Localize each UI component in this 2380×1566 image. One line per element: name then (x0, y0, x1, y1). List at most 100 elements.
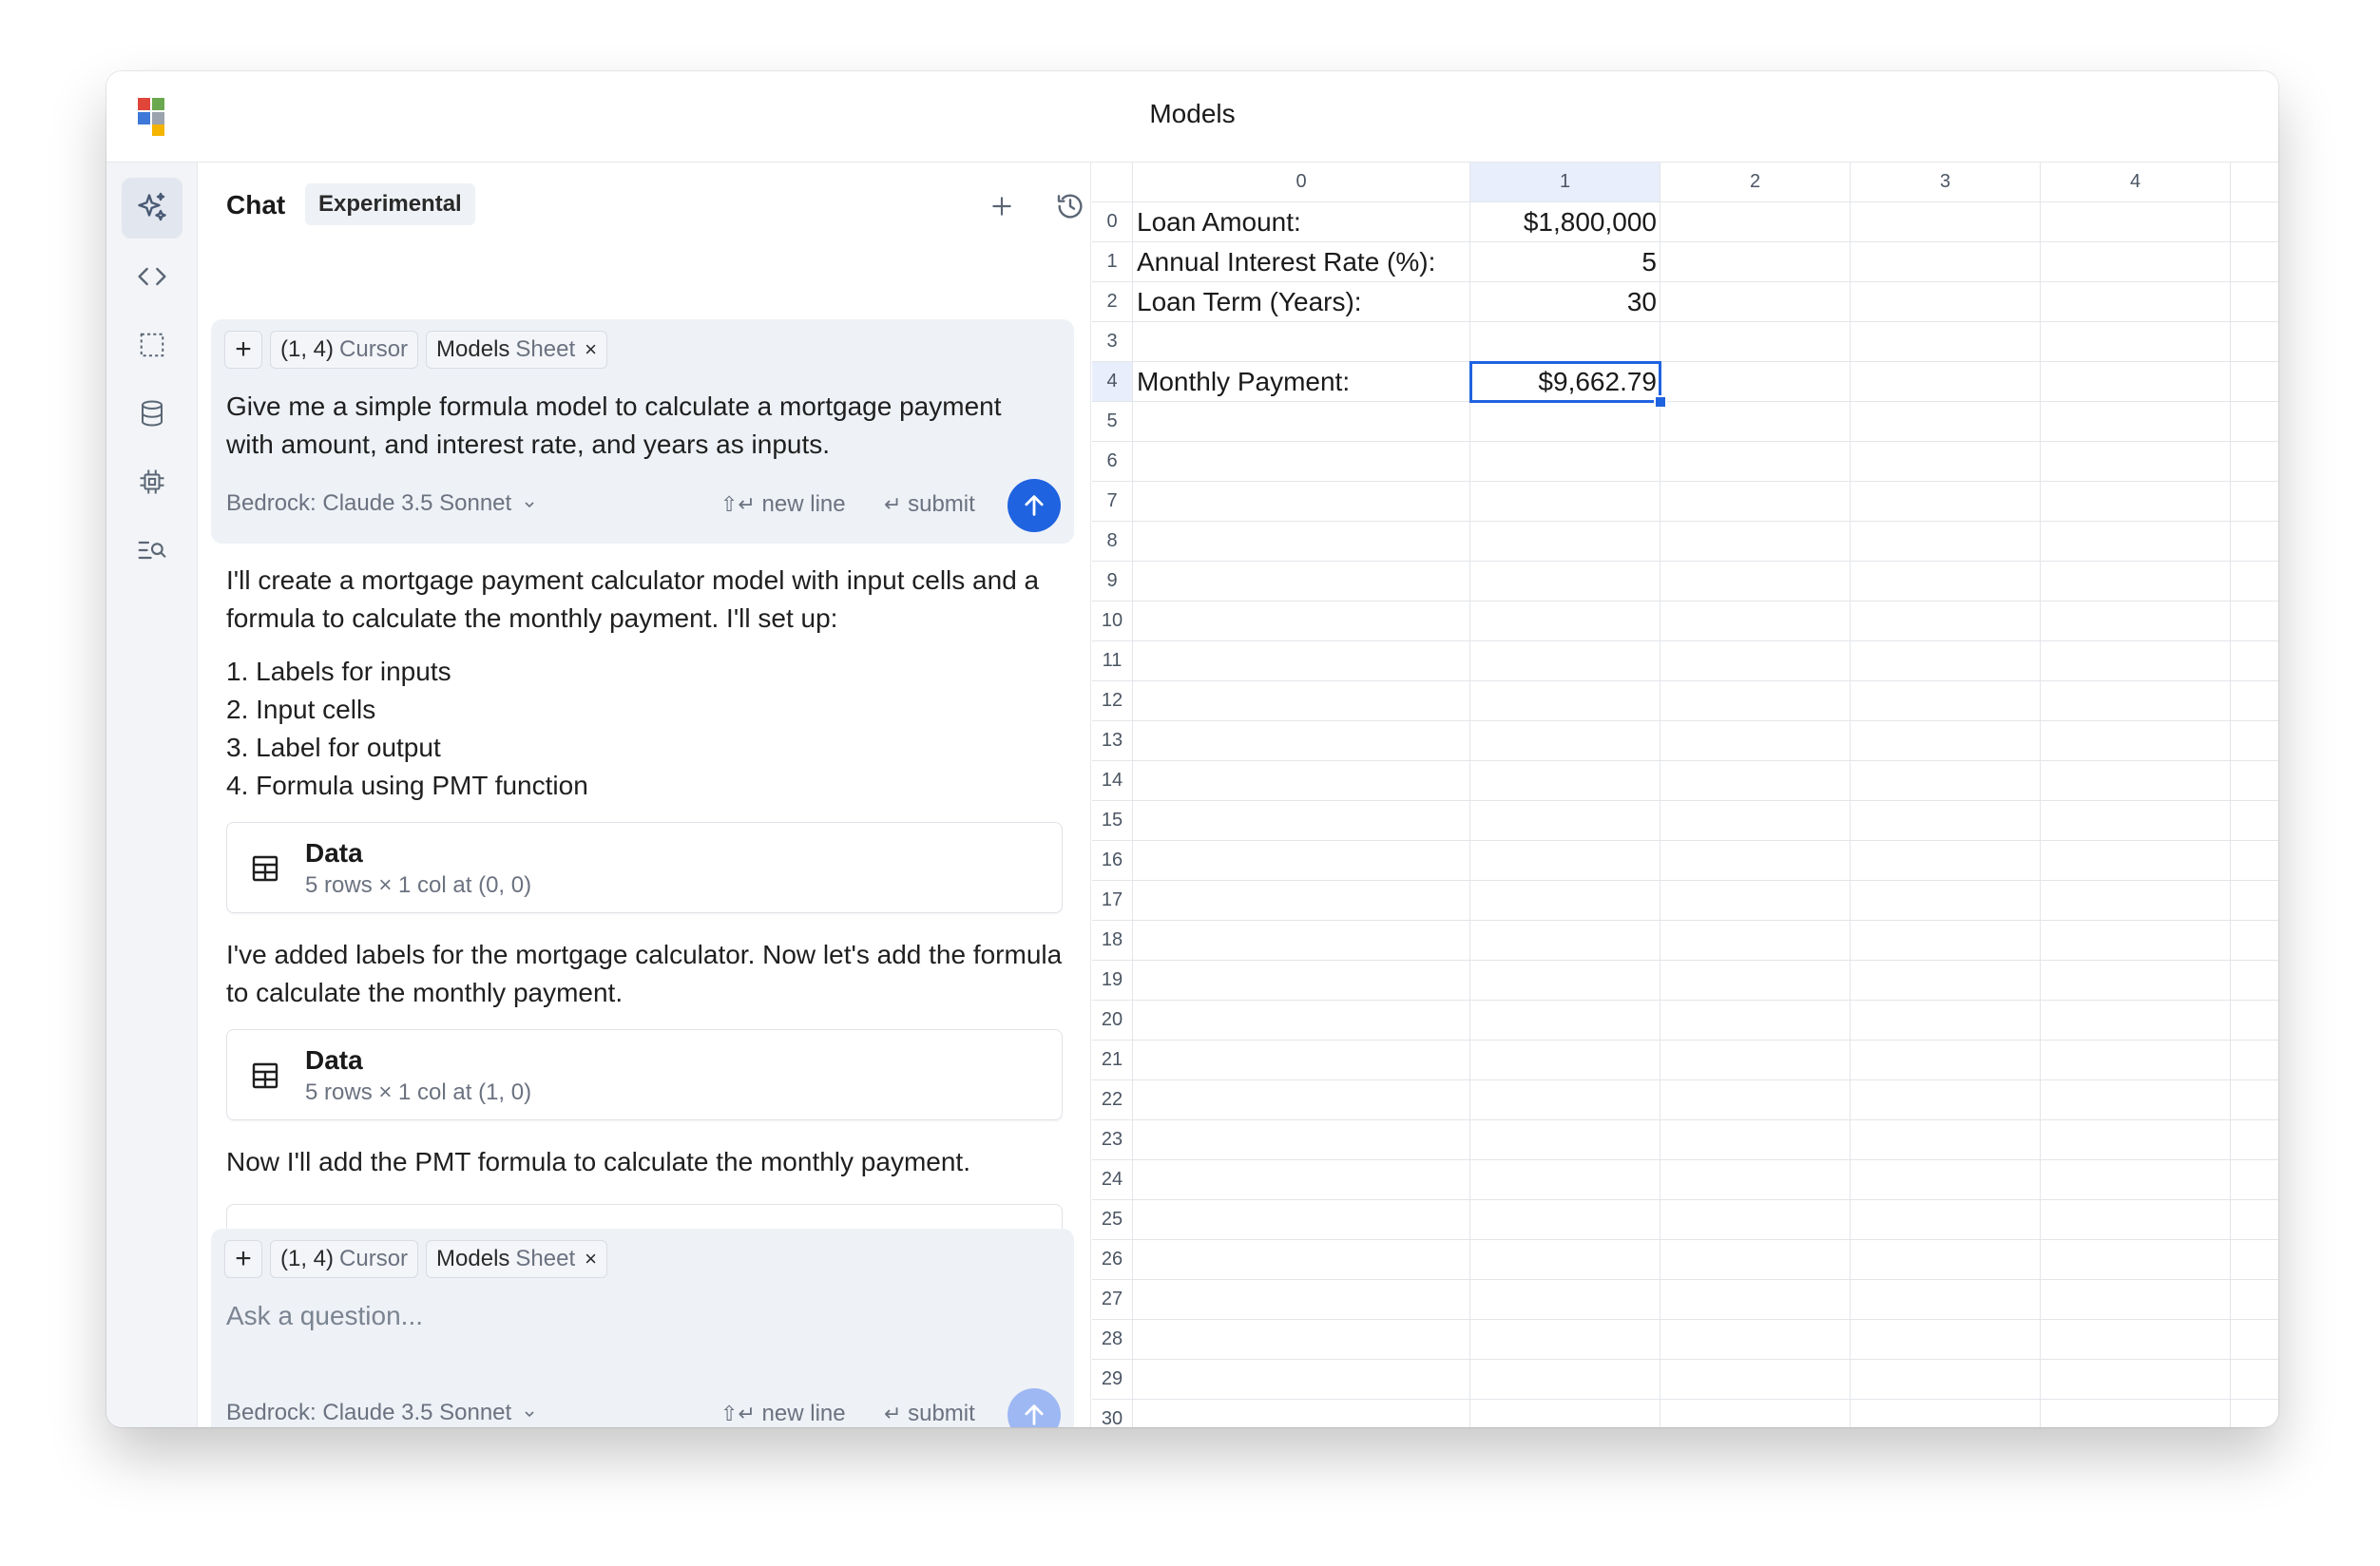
grid-cell[interactable] (1470, 602, 1660, 641)
grid-cell[interactable] (1133, 1001, 1470, 1041)
grid-cell[interactable] (1851, 801, 2041, 841)
grid-cell[interactable] (2231, 442, 2278, 482)
grid-cell[interactable] (1851, 442, 2041, 482)
grid-cell[interactable] (1660, 482, 1851, 522)
grid-cell[interactable] (1851, 881, 2041, 921)
sparkle-icon[interactable] (122, 178, 182, 239)
cursor-chip[interactable]: (1, 4) Cursor (270, 331, 419, 369)
remove-chip-icon[interactable]: × (585, 337, 597, 362)
row-header[interactable]: 20 (1092, 1001, 1133, 1041)
column-header[interactable] (2231, 162, 2278, 202)
grid-cell[interactable] (1470, 1240, 1660, 1280)
add-context-button[interactable]: + (224, 1240, 262, 1278)
grid-cell[interactable] (2041, 801, 2231, 841)
grid-cell[interactable] (2041, 242, 2231, 282)
grid-cell[interactable] (1470, 1080, 1660, 1120)
grid-cell[interactable] (1851, 602, 2041, 641)
grid-cell[interactable] (1133, 1360, 1470, 1400)
grid-cell[interactable] (2231, 841, 2278, 881)
column-header[interactable]: 1 (1470, 162, 1660, 202)
grid-cell[interactable] (2231, 282, 2278, 322)
cell-b2[interactable]: 30 (1470, 282, 1660, 322)
grid-cell[interactable] (1133, 961, 1470, 1001)
grid-cell[interactable] (2231, 322, 2278, 362)
grid-cell[interactable] (2231, 681, 2278, 721)
grid-cell[interactable] (2041, 442, 2231, 482)
grid-cell[interactable] (1851, 322, 2041, 362)
grid-cell[interactable] (1660, 641, 1851, 681)
grid-cell[interactable] (1660, 1041, 1851, 1080)
grid-cell[interactable] (2041, 1041, 2231, 1080)
row-header[interactable]: 18 (1092, 921, 1133, 961)
row-header[interactable]: 13 (1092, 721, 1133, 761)
row-header[interactable]: 11 (1092, 641, 1133, 681)
grid-cell[interactable] (1133, 641, 1470, 681)
question-composer[interactable]: + (1, 4) Cursor Models Sheet × Ask a que… (211, 1229, 1074, 1427)
grid-cell[interactable] (1470, 442, 1660, 482)
grid-cell[interactable] (1660, 1360, 1851, 1400)
grid-cell[interactable] (1851, 721, 2041, 761)
grid-cell[interactable] (1851, 1041, 2041, 1080)
grid-cell[interactable] (1133, 602, 1470, 641)
grid-cell[interactable] (1133, 921, 1470, 961)
cell-a0[interactable]: Loan Amount: (1133, 202, 1470, 242)
row-header[interactable]: 25 (1092, 1200, 1133, 1240)
grid-cell[interactable] (1470, 522, 1660, 562)
grid-cell[interactable] (1470, 1400, 1660, 1427)
grid-cell[interactable] (2231, 921, 2278, 961)
grid-cell[interactable] (1660, 881, 1851, 921)
grid-cell[interactable] (1470, 961, 1660, 1001)
grid-cell[interactable] (1851, 482, 2041, 522)
grid-cell[interactable] (1133, 761, 1470, 801)
grid-cell[interactable] (2231, 522, 2278, 562)
row-header[interactable]: 8 (1092, 522, 1133, 562)
grid-cell[interactable] (2231, 1400, 2278, 1427)
grid-cell[interactable] (2231, 602, 2278, 641)
grid-cell[interactable] (1851, 1240, 2041, 1280)
grid-cell[interactable] (1133, 562, 1470, 602)
grid-cell[interactable] (1660, 1001, 1851, 1041)
grid-cell[interactable] (2231, 961, 2278, 1001)
row-header[interactable]: 21 (1092, 1041, 1133, 1080)
grid-cell[interactable] (2041, 322, 2231, 362)
row-header[interactable]: 3 (1092, 322, 1133, 362)
grid-cell[interactable] (1133, 482, 1470, 522)
grid-cell[interactable] (1851, 282, 2041, 322)
grid-cell[interactable] (2041, 1160, 2231, 1200)
column-header[interactable]: 2 (1660, 162, 1851, 202)
grid-cell[interactable] (1851, 1160, 2041, 1200)
grid-cell[interactable] (1470, 641, 1660, 681)
grid-cell[interactable] (2041, 641, 2231, 681)
spreadsheet-grid[interactable]: 0 1 2 3 4 0 1 2 3 4 5 6 7 8 9 10 11 12 13 14 15 16 17 18 19… (1092, 162, 2278, 1427)
grid-cell[interactable] (1660, 841, 1851, 881)
grid-cell[interactable] (1470, 1360, 1660, 1400)
grid-cell[interactable] (1851, 1280, 2041, 1320)
grid-cell[interactable] (1851, 242, 2041, 282)
send-button[interactable] (1008, 479, 1061, 532)
grid-cell[interactable] (1660, 1160, 1851, 1200)
row-header[interactable]: 27 (1092, 1280, 1133, 1320)
grid-cell[interactable] (1470, 681, 1660, 721)
grid-cell[interactable] (1470, 1200, 1660, 1240)
grid-cell[interactable] (1660, 402, 1851, 442)
grid-cell[interactable] (1660, 362, 1851, 402)
grid-cell[interactable] (2231, 1160, 2278, 1200)
grid-cell[interactable] (2231, 1200, 2278, 1240)
row-header[interactable]: 2 (1092, 282, 1133, 322)
grid-cell[interactable] (1133, 522, 1470, 562)
grid-cell[interactable] (2041, 681, 2231, 721)
grid-cell[interactable] (2231, 721, 2278, 761)
column-header[interactable]: 4 (2041, 162, 2231, 202)
grid-cell[interactable] (1470, 801, 1660, 841)
grid-cell[interactable] (1851, 1320, 2041, 1360)
grid-cell[interactable] (1133, 1080, 1470, 1120)
grid-cell[interactable] (1660, 1080, 1851, 1120)
row-header[interactable]: 6 (1092, 442, 1133, 482)
row-header[interactable]: 15 (1092, 801, 1133, 841)
grid-cell[interactable] (1851, 1001, 2041, 1041)
row-header[interactable]: 16 (1092, 841, 1133, 881)
grid-cell[interactable] (2041, 1280, 2231, 1320)
grid-cell[interactable] (2231, 1120, 2278, 1160)
row-header[interactable]: 7 (1092, 482, 1133, 522)
row-header[interactable]: 4 (1092, 362, 1133, 402)
